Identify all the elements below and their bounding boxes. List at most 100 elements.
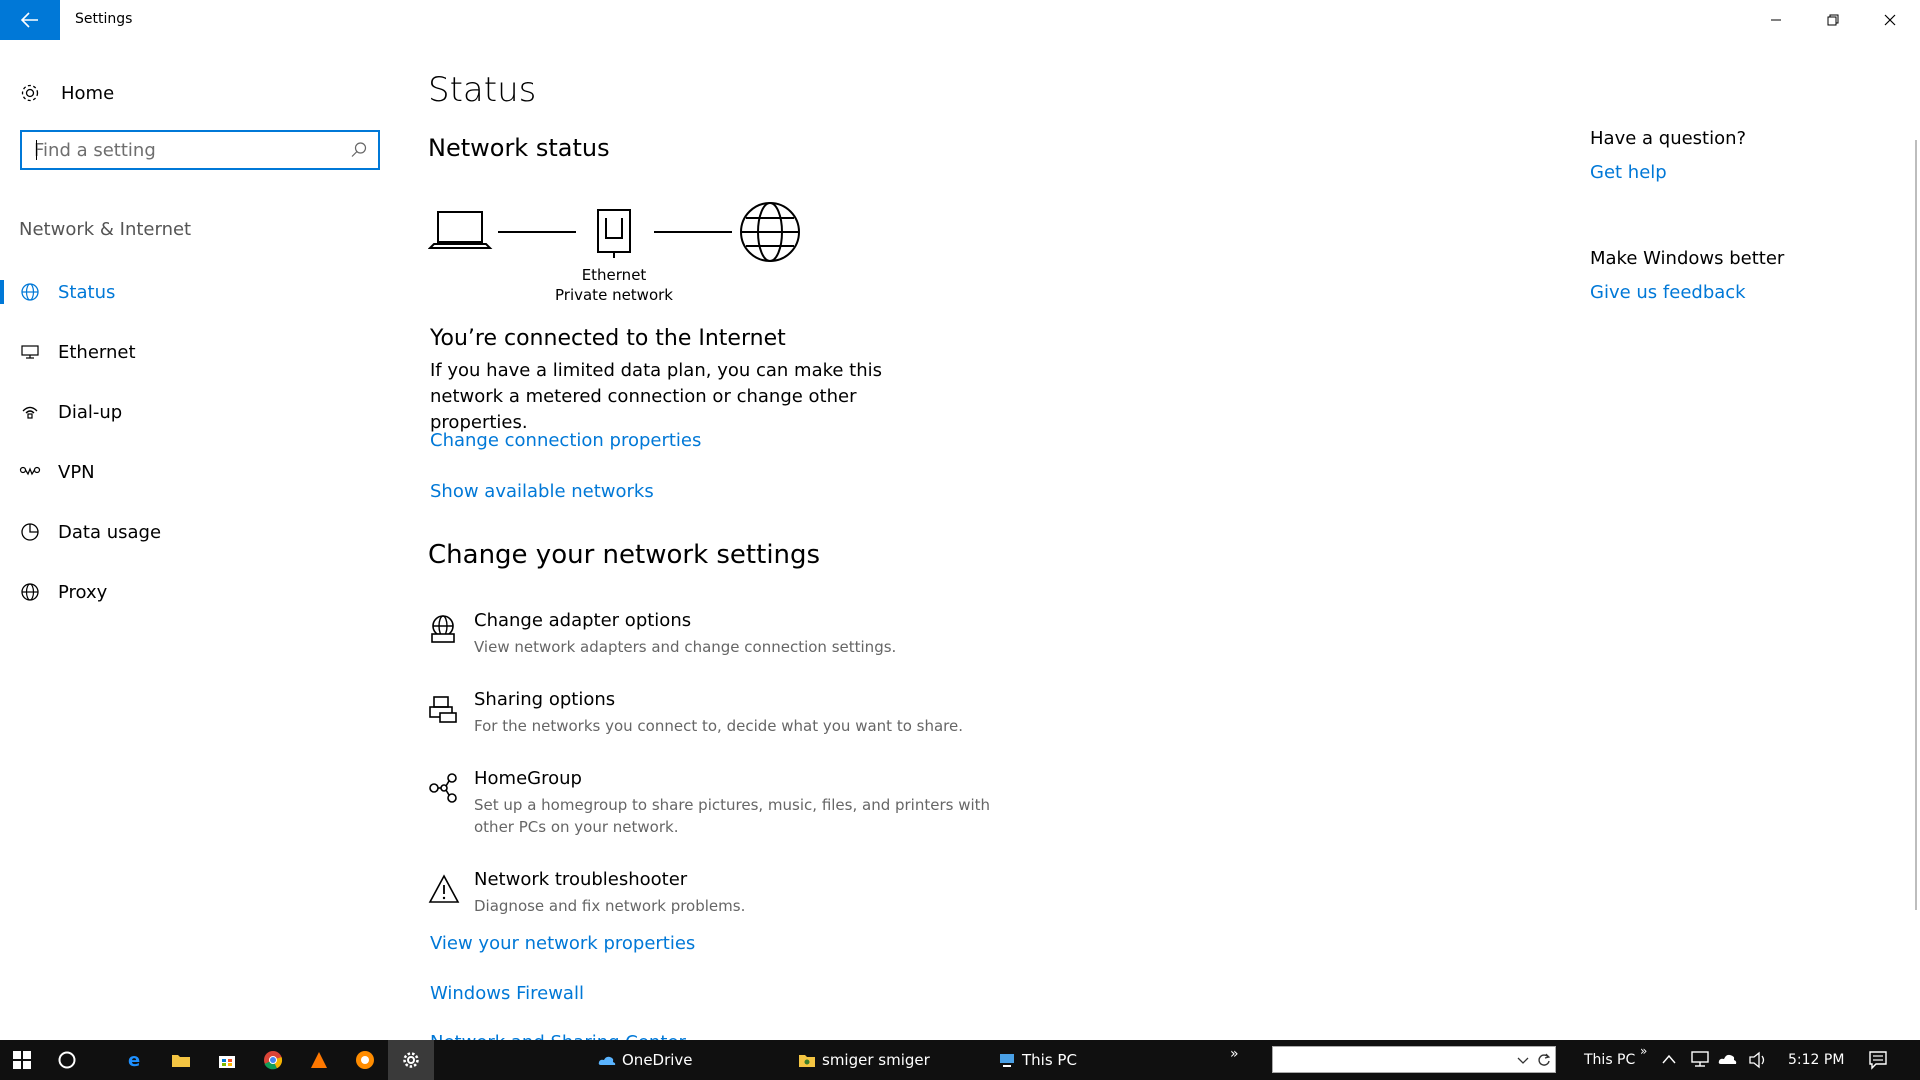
- sidebar-item-label: VPN: [58, 461, 95, 483]
- avast-icon: [311, 1052, 327, 1068]
- connected-description: If you have a limited data plan, you can…: [430, 360, 883, 433]
- view-network-properties-link[interactable]: View your network properties: [430, 933, 695, 954]
- network-troubleshooter-option[interactable]: Network troubleshooter Diagnose and fix …: [428, 869, 1028, 929]
- search-box[interactable]: [20, 130, 380, 170]
- address-box[interactable]: [1272, 1046, 1556, 1073]
- change-settings-title: Change your network settings: [428, 540, 821, 570]
- close-icon: [1884, 14, 1896, 26]
- app-icon: [356, 1051, 374, 1069]
- chrome-button[interactable]: [250, 1040, 296, 1080]
- back-button[interactable]: [0, 0, 60, 40]
- nav-list: Status Ethernet Dial-up VPN Data usage P…: [0, 262, 400, 622]
- file-explorer-button[interactable]: [158, 1040, 204, 1080]
- adapter-name: Ethernet: [581, 266, 647, 284]
- option-title: Network troubleshooter: [474, 869, 688, 890]
- sharing-options[interactable]: Sharing options For the networks you con…: [428, 689, 1028, 749]
- connected-title: You’re connected to the Internet: [430, 326, 786, 351]
- proxy-icon: [19, 581, 41, 603]
- task-label: This PC: [1022, 1051, 1077, 1069]
- sidebar-item-label: Ethernet: [58, 341, 136, 363]
- option-description: For the networks you connect to, decide …: [474, 717, 963, 735]
- page-title: Status: [428, 70, 537, 110]
- question-title: Have a question?: [1590, 128, 1747, 149]
- minimize-button[interactable]: [1748, 0, 1804, 40]
- avast-button[interactable]: [296, 1040, 342, 1080]
- taskbar: e OneDrive smiger smiger This PC » This …: [0, 1040, 1920, 1080]
- store-button[interactable]: [204, 1040, 250, 1080]
- edge-icon: e: [128, 1050, 140, 1070]
- option-title: Change adapter options: [474, 610, 692, 631]
- volume-icon[interactable]: [1748, 1051, 1768, 1069]
- gear-icon: [403, 1052, 419, 1068]
- option-title: HomeGroup: [474, 768, 582, 789]
- sidebar-item-label: Status: [58, 281, 116, 303]
- change-adapter-options[interactable]: Change adapter options View network adap…: [428, 610, 1028, 670]
- give-feedback-link[interactable]: Give us feedback: [1590, 282, 1746, 303]
- show-hidden-icons-icon[interactable]: [1662, 1054, 1676, 1064]
- cortana-button[interactable]: [44, 1040, 90, 1080]
- window-title: Settings: [75, 11, 133, 27]
- refresh-icon[interactable]: [1537, 1053, 1551, 1067]
- settings-taskbar-button[interactable]: [388, 1040, 434, 1080]
- globe-icon: [19, 281, 41, 303]
- text-caret: [36, 140, 37, 160]
- svg-text:e: e: [128, 1050, 140, 1070]
- search-icon[interactable]: [350, 141, 368, 159]
- sidebar-item-vpn[interactable]: VPN: [0, 442, 400, 502]
- internet-globe-icon: [740, 202, 800, 262]
- show-available-networks-link[interactable]: Show available networks: [430, 481, 654, 502]
- clock[interactable]: 5:12 PM: [1788, 1052, 1844, 1068]
- sidebar-item-proxy[interactable]: Proxy: [0, 562, 400, 622]
- windows-firewall-link[interactable]: Windows Firewall: [430, 983, 584, 1004]
- app-button[interactable]: [342, 1040, 388, 1080]
- sidebar-item-data-usage[interactable]: Data usage: [0, 502, 400, 562]
- title-bar: Settings: [0, 0, 1920, 40]
- ethernet-icon: [19, 341, 41, 363]
- restore-icon: [1827, 14, 1839, 26]
- option-description: Diagnose and fix network problems.: [474, 897, 746, 915]
- folder-icon: [172, 1055, 190, 1067]
- dialup-icon: [19, 401, 41, 423]
- search-input[interactable]: [22, 133, 350, 167]
- more-chevron-icon[interactable]: »: [1230, 1046, 1239, 1062]
- ethernet-port-icon: [597, 209, 631, 258]
- homegroup-icon: [429, 773, 457, 803]
- edge-button[interactable]: e: [112, 1040, 158, 1080]
- gear-icon: [21, 84, 39, 102]
- back-arrow-icon: [21, 12, 38, 28]
- action-center-icon[interactable]: [1868, 1050, 1888, 1070]
- option-description: Set up a homegroup to share pictures, mu…: [474, 796, 991, 836]
- task-label: smiger smiger: [822, 1051, 930, 1069]
- vpn-icon: [19, 461, 41, 483]
- sidebar-item-ethernet[interactable]: Ethernet: [0, 322, 400, 382]
- chevron-down-icon[interactable]: [1517, 1055, 1529, 1067]
- homegroup-option[interactable]: HomeGroup Set up a homegroup to share pi…: [428, 768, 1028, 848]
- taskbar-user-folder[interactable]: smiger smiger: [798, 1040, 930, 1080]
- home-nav[interactable]: Home: [19, 82, 114, 104]
- get-help-link[interactable]: Get help: [1590, 162, 1667, 183]
- close-button[interactable]: [1862, 0, 1918, 40]
- sidebar-item-label: Dial-up: [58, 401, 123, 423]
- warning-icon: [428, 874, 460, 903]
- laptop-icon: [428, 211, 493, 249]
- change-connection-properties-link[interactable]: Change connection properties: [430, 430, 701, 451]
- cortana-icon: [58, 1051, 76, 1069]
- task-label: OneDrive: [622, 1051, 693, 1069]
- onedrive-tray-icon[interactable]: [1718, 1052, 1738, 1066]
- section-label: Network & Internet: [19, 219, 192, 240]
- start-button[interactable]: [0, 1040, 44, 1080]
- network-icon[interactable]: [1690, 1050, 1710, 1068]
- home-label: Home: [61, 82, 115, 104]
- more-chevron-icon[interactable]: »: [1640, 1044, 1647, 1058]
- this-pc-icon: [1000, 1054, 1014, 1067]
- taskbar-onedrive[interactable]: OneDrive: [598, 1040, 693, 1080]
- option-description: View network adapters and change connect…: [474, 638, 897, 656]
- taskbar-this-pc[interactable]: This PC: [998, 1040, 1077, 1080]
- sidebar-item-label: Data usage: [58, 521, 162, 543]
- main-content: Status Network status Ethernet Private n…: [428, 40, 1528, 1042]
- sidebar-item-status[interactable]: Status: [0, 262, 400, 322]
- sidebar-item-dialup[interactable]: Dial-up: [0, 382, 400, 442]
- data-usage-icon: [19, 521, 41, 543]
- restore-button[interactable]: [1805, 0, 1861, 40]
- scrollbar[interactable]: [1915, 140, 1917, 910]
